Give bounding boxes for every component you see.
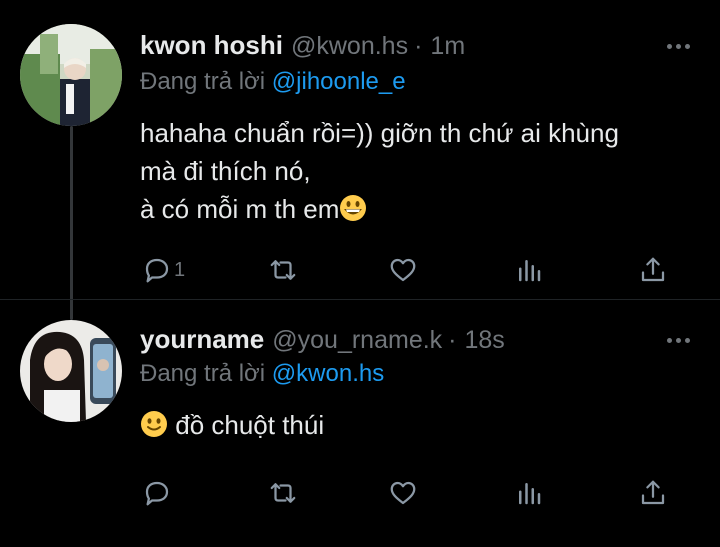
heart-icon xyxy=(390,258,416,282)
tweet-text-content: đồ chuột thúi xyxy=(175,410,325,440)
display-name[interactable]: yourname xyxy=(140,324,264,355)
tweet-kwon-hoshi[interactable]: kwon hoshi @kwon.hs · 1m Đang trả lời @j… xyxy=(0,0,720,300)
avatar[interactable] xyxy=(20,320,122,422)
tweet-text-line: mà đi thích nó, xyxy=(140,156,311,186)
reply-mention[interactable]: @kwon.hs xyxy=(272,360,384,387)
reply-icon xyxy=(145,481,169,506)
tweet-actions xyxy=(140,478,680,508)
replying-to-label: Đang trả lời xyxy=(140,68,266,95)
tweet-text-line: hahaha chuẩn rồi=)) giỡn th chứ ai khùng xyxy=(140,118,619,148)
separator: · xyxy=(448,326,457,354)
tweet-header: yourname @you_rname.k · 18s xyxy=(140,324,505,354)
tweet-actions: 1 xyxy=(140,255,680,285)
grinning-face-emoji xyxy=(339,194,367,232)
slightly-smiling-face-emoji xyxy=(140,410,168,448)
tweet-yourname[interactable]: yourname @you_rname.k · 18s Đang trả lời… xyxy=(0,300,720,547)
tweet-text-line: à có mỗi m th em xyxy=(140,190,619,232)
tweet-text-line: đồ chuột thúi xyxy=(140,406,324,448)
reply-button[interactable] xyxy=(142,478,174,508)
user-handle[interactable]: @you_rname.k xyxy=(272,326,442,355)
like-button[interactable] xyxy=(388,478,418,508)
heart-icon xyxy=(390,481,416,505)
tweet-header: kwon hoshi @kwon.hs · 1m xyxy=(140,30,465,60)
replying-to: Đang trả lời @kwon.hs xyxy=(140,360,384,388)
display-name[interactable]: kwon hoshi xyxy=(140,30,283,61)
retweet-button[interactable] xyxy=(268,478,298,508)
share-icon xyxy=(641,480,665,505)
user-handle[interactable]: @kwon.hs xyxy=(291,32,408,61)
like-button[interactable] xyxy=(388,255,418,285)
reply-mention[interactable]: @jihoonle_e xyxy=(272,68,406,95)
retweet-button[interactable] xyxy=(268,255,298,285)
tweet-text: đồ chuột thúi xyxy=(140,406,324,448)
views-icon xyxy=(519,260,541,282)
share-icon xyxy=(641,257,665,282)
more-icon[interactable] xyxy=(664,40,692,52)
reply-button[interactable]: 1 xyxy=(142,255,185,285)
tweet-text: hahaha chuẩn rồi=)) giỡn th chứ ai khùng… xyxy=(140,114,619,232)
replying-to: Đang trả lời @jihoonle_e xyxy=(140,68,406,96)
views-button[interactable] xyxy=(514,255,544,285)
timestamp[interactable]: 1m xyxy=(430,32,465,61)
retweet-icon xyxy=(270,483,296,503)
share-button[interactable] xyxy=(638,255,668,285)
reply-count: 1 xyxy=(174,258,186,281)
views-button[interactable] xyxy=(514,478,544,508)
separator: · xyxy=(414,32,423,60)
more-icon[interactable] xyxy=(664,334,692,346)
retweet-icon xyxy=(270,260,296,280)
share-button[interactable] xyxy=(638,478,668,508)
reply-icon xyxy=(145,258,169,283)
avatar[interactable] xyxy=(20,24,122,126)
replying-to-label: Đang trả lời xyxy=(140,360,266,387)
views-icon xyxy=(519,483,541,505)
tweet-text-line-content: à có mỗi m th em xyxy=(140,194,340,224)
timestamp[interactable]: 18s xyxy=(465,326,505,355)
